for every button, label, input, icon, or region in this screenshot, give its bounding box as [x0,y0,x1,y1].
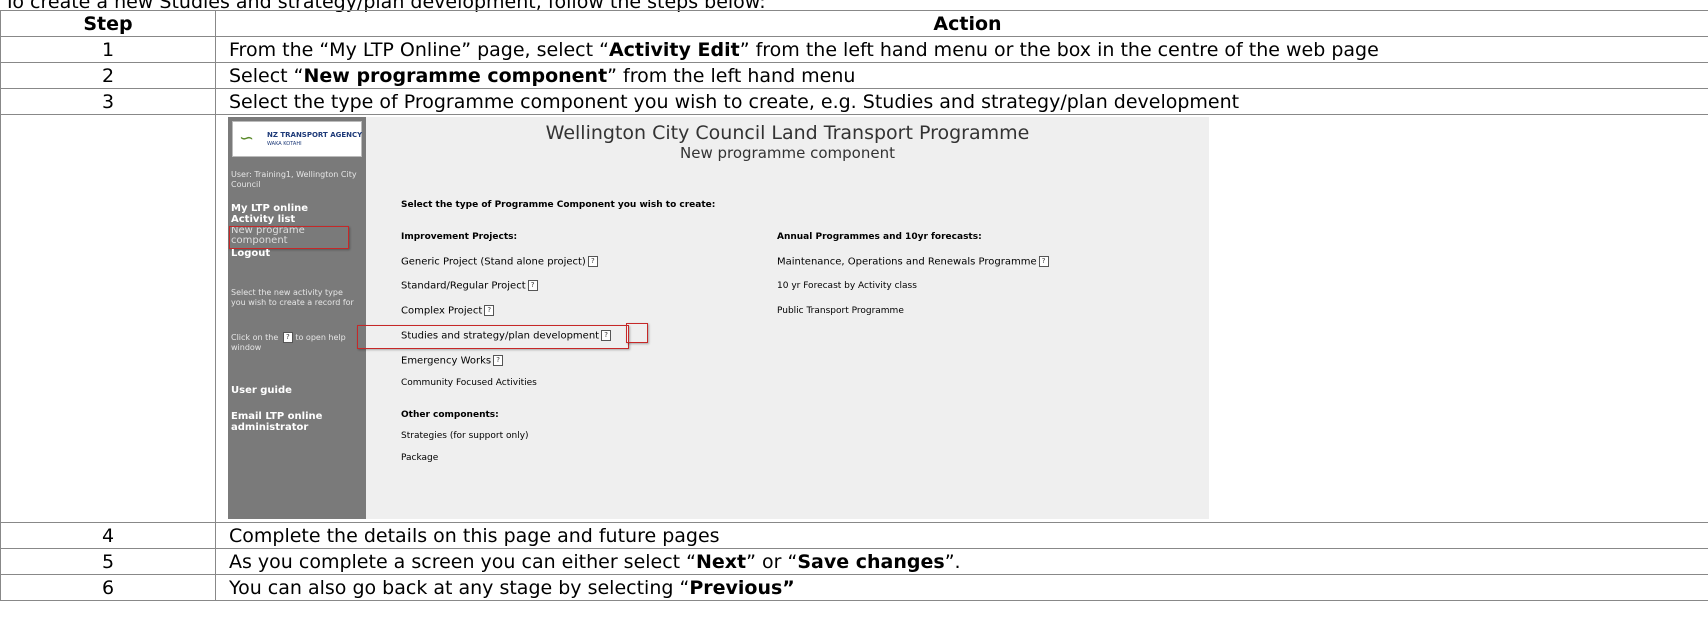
help-hint: Click on the ? to open help window [231,332,346,352]
nav-logout[interactable]: Logout [231,248,270,259]
step-number: 6 [0,574,216,601]
step-header: Step [0,10,216,37]
nzta-logo-icon: ∽ [239,128,255,149]
standard-project-link[interactable]: Standard/Regular Project? [401,280,538,292]
action-header: Action [215,10,1708,37]
annual-heading: Annual Programmes and 10yr forecasts: [777,232,982,242]
step-action: You can also go back at any stage by sel… [215,574,1708,601]
maintenance-link[interactable]: Maintenance, Operations and Renewals Pro… [777,256,1049,268]
complex-project-link[interactable]: Complex Project? [401,305,495,317]
nav-my-ltp[interactable]: My LTP online [231,203,308,214]
step-number: 1 [0,36,216,63]
highlight-box [229,226,349,249]
step-action: Select “New programme component” from th… [215,62,1708,89]
screenshot-row: ∽ NZ TRANSPORT AGENCY WAKA KOTAHI User: … [0,114,1708,523]
help-icon[interactable]: ? [527,280,538,291]
help-icon: ? [282,332,293,343]
highlight-box [626,323,648,343]
table-row: 5 As you complete a screen you can eithe… [0,548,1708,575]
help-icon[interactable]: ? [587,256,598,267]
table-row: 3 Select the type of Programme component… [0,88,1708,115]
screenshot-cell: ∽ NZ TRANSPORT AGENCY WAKA KOTAHI User: … [215,114,1708,523]
step-action: From the “My LTP Online” page, select “A… [215,36,1708,63]
help-icon[interactable]: ? [1038,256,1049,267]
step-number: 5 [0,548,216,575]
user-label: User: Training1, Wellington City Council [231,170,357,189]
step-action: Select the type of Programme component y… [215,88,1708,115]
other-heading: Other components: [401,410,499,420]
nzta-logo: ∽ NZ TRANSPORT AGENCY WAKA KOTAHI [232,121,362,157]
step-number: 2 [0,62,216,89]
email-admin-link[interactable]: Email LTP online administrator [231,411,341,433]
table-row: 2 Select “New programme component” from … [0,62,1708,89]
embedded-screenshot: ∽ NZ TRANSPORT AGENCY WAKA KOTAHI User: … [228,117,1209,519]
steps-table: Step Action 1 From the “My LTP Online” p… [0,10,1708,601]
empty-step-cell [0,114,216,523]
step-action: As you complete a screen you can either … [215,548,1708,575]
header-row: Step Action [0,10,1708,37]
forecast-link[interactable]: 10 yr Forecast by Activity class [777,281,917,291]
table-row: 1 From the “My LTP Online” page, select … [0,36,1708,63]
emergency-works-link[interactable]: Emergency Works? [401,355,504,367]
help-icon[interactable]: ? [484,305,495,316]
improvement-heading: Improvement Projects: [401,232,518,242]
nav-activity-list[interactable]: Activity list [231,214,295,225]
screenshot-subtitle: New programme component [680,144,895,162]
strategies-link[interactable]: Strategies (for support only) [401,431,529,441]
highlight-box [357,325,629,349]
component-prompt: Select the type of Programme Component y… [401,200,716,210]
step-action: Complete the details on this page and fu… [215,522,1708,549]
help-icon[interactable]: ? [493,355,504,366]
package-link[interactable]: Package [401,453,438,463]
screenshot-title: Wellington City Council Land Transport P… [545,122,1030,144]
step-number: 4 [0,522,216,549]
screenshot-sidebar: ∽ NZ TRANSPORT AGENCY WAKA KOTAHI User: … [228,117,366,519]
public-transport-link[interactable]: Public Transport Programme [777,306,904,316]
table-row: 4 Complete the details on this page and … [0,522,1708,549]
side-hint: Select the new activity type you wish to… [231,288,354,307]
community-link[interactable]: Community Focused Activities [401,378,537,388]
step-number: 3 [0,88,216,115]
generic-project-link[interactable]: Generic Project (Stand alone project)? [401,256,598,268]
table-row: 6 You can also go back at any stage by s… [0,574,1708,601]
user-guide-link[interactable]: User guide [231,385,292,396]
